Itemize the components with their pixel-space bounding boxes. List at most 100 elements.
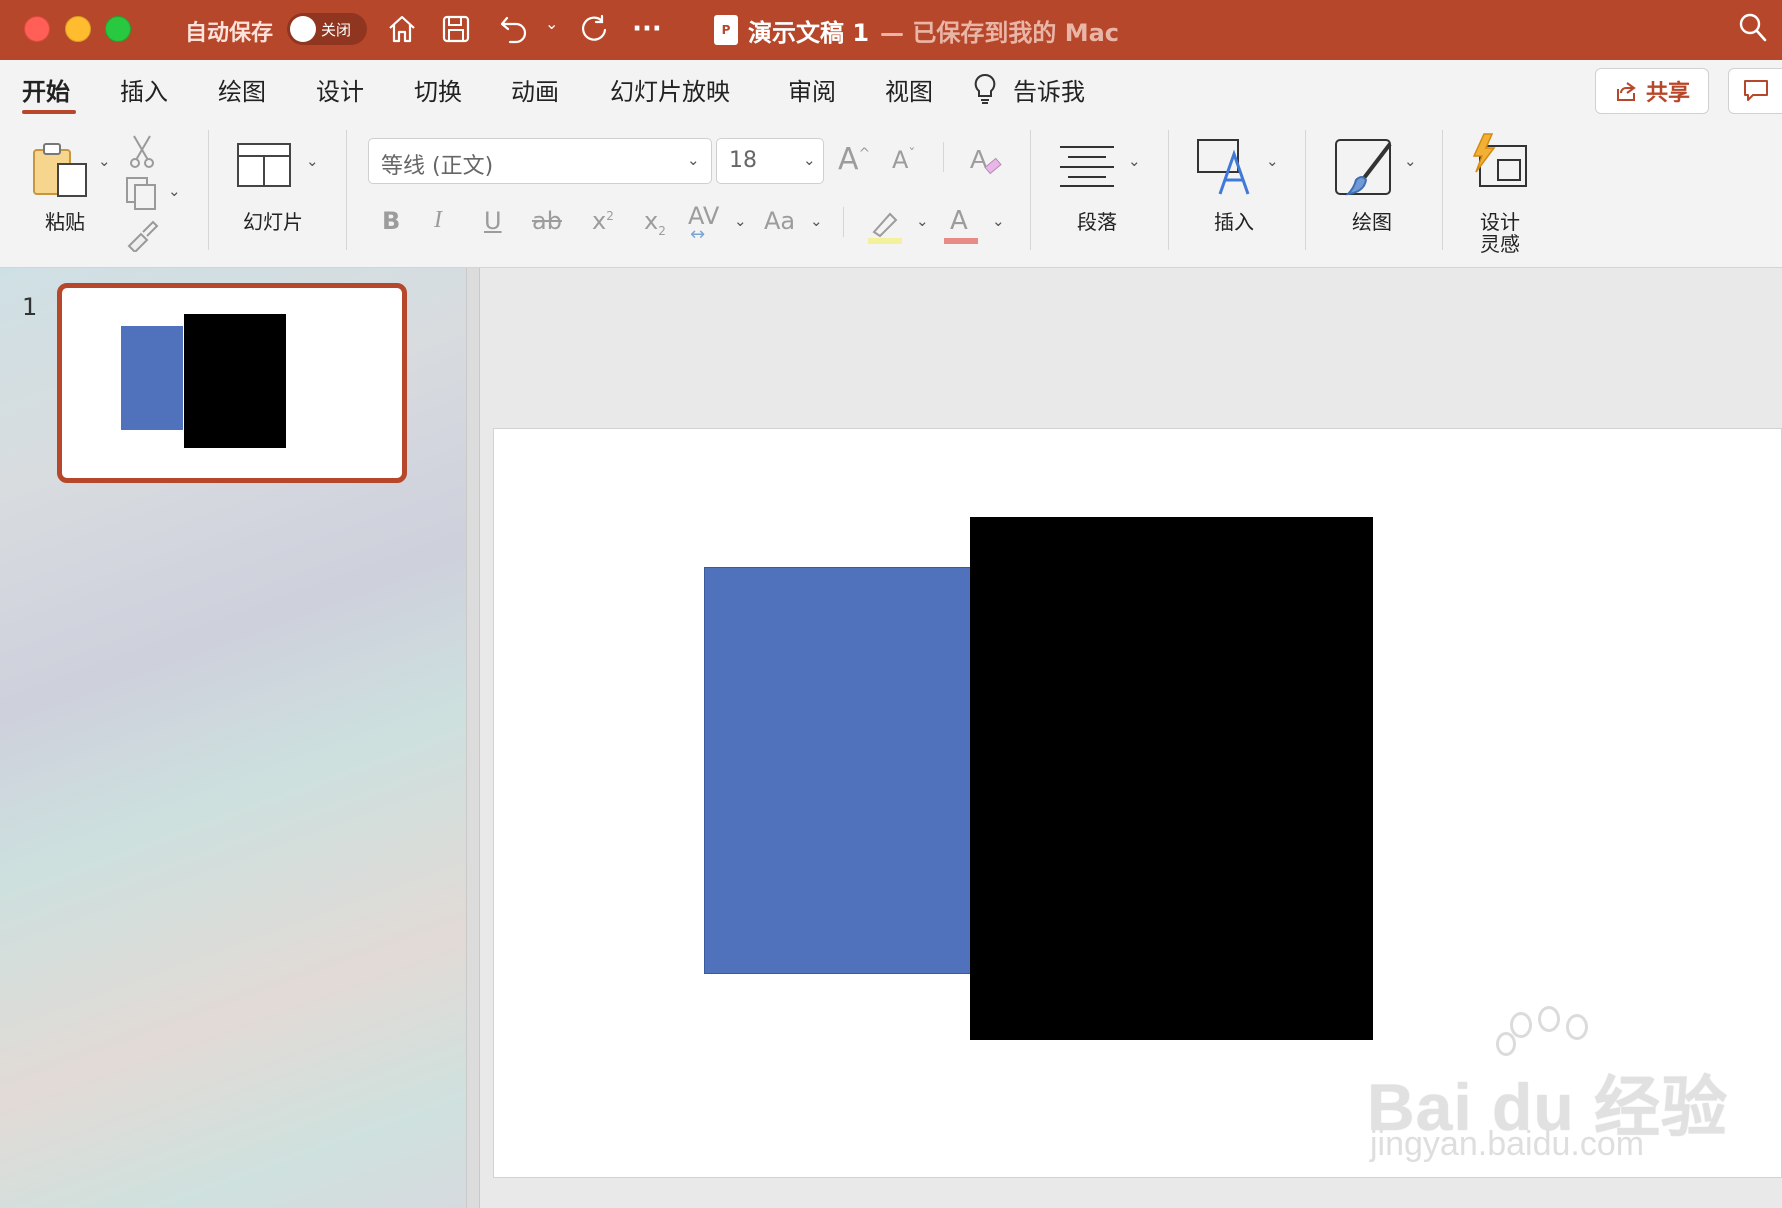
tab-review[interactable]: 审阅 — [788, 72, 836, 107]
separator — [1030, 130, 1031, 250]
draw-icon[interactable] — [1334, 138, 1396, 202]
strikethrough-button[interactable]: ab — [532, 207, 562, 235]
paste-dropdown-icon[interactable]: ⌄ — [98, 152, 111, 170]
subscript-button[interactable]: x2 — [644, 207, 666, 238]
chevron-down-icon: ⌄ — [803, 151, 816, 169]
search-icon[interactable] — [1738, 12, 1768, 48]
blue-rectangle-shape[interactable] — [704, 567, 971, 974]
paw-toe — [1538, 1006, 1560, 1032]
copy-icon[interactable] — [125, 176, 159, 214]
autosave-state: 关闭 — [321, 21, 352, 39]
clear-formatting-icon[interactable]: A — [968, 142, 1004, 182]
comment-icon — [1744, 80, 1768, 101]
paw-toe — [1510, 1012, 1532, 1038]
insert-textbox-icon[interactable] — [1196, 138, 1256, 202]
redo-icon[interactable] — [575, 10, 613, 48]
thumb-black-rectangle — [184, 314, 286, 448]
insert-label: 插入 — [1214, 210, 1254, 234]
separator — [346, 130, 347, 250]
document-save-status[interactable]: — 已保存到我的 Mac — [880, 13, 1119, 48]
separator — [208, 130, 209, 250]
tab-home[interactable]: 开始 — [22, 72, 70, 107]
black-rectangle-shape[interactable] — [970, 517, 1373, 1040]
share-label: 共享 — [1645, 81, 1690, 106]
font-color-dropdown-icon[interactable]: ⌄ — [992, 212, 1005, 230]
superscript-glyph: x — [592, 207, 607, 235]
paragraph-icon[interactable] — [1058, 144, 1116, 192]
font-color-swatch — [944, 238, 978, 244]
subscript-glyph: x — [644, 207, 659, 235]
autosave-toggle[interactable]: 关闭 — [287, 13, 367, 45]
tab-insert[interactable]: 插入 — [120, 72, 168, 107]
separator — [1305, 130, 1306, 250]
toggle-knob — [290, 16, 316, 42]
cut-icon[interactable] — [128, 134, 156, 172]
paragraph-label: 段落 — [1077, 210, 1117, 234]
svg-text:A: A — [970, 144, 988, 174]
spacing-dropdown-icon[interactable]: ⌄ — [734, 212, 747, 230]
title-bar: 自动保存 关闭 ⌄ ··· P 演示文稿 1 — 已保存到我的 Mac — [0, 0, 1782, 60]
copy-dropdown-icon[interactable]: ⌄ — [168, 182, 181, 200]
font-name-value: 等线 (正文) — [381, 154, 494, 179]
insert-dropdown-icon[interactable]: ⌄ — [1266, 152, 1279, 170]
grow-font-icon[interactable]: A^ — [838, 142, 870, 177]
new-slide-icon[interactable] — [236, 142, 292, 192]
tab-animations[interactable]: 动画 — [511, 72, 559, 107]
superscript-button[interactable]: x2 — [592, 207, 614, 235]
autosave-label: 自动保存 — [185, 21, 274, 46]
paw-toe — [1566, 1014, 1588, 1040]
font-name-select[interactable]: 等线 (正文) ⌄ — [368, 138, 712, 184]
separator — [943, 142, 944, 172]
bold-button[interactable]: B — [382, 207, 400, 235]
underline-button[interactable]: U — [484, 207, 502, 235]
close-window-button[interactable] — [24, 16, 50, 42]
minimize-window-button[interactable] — [65, 16, 91, 42]
undo-icon[interactable] — [495, 10, 533, 48]
slide-thumbnail[interactable] — [57, 283, 407, 483]
more-icon[interactable]: ··· — [628, 10, 666, 48]
lightbulb-icon — [972, 72, 998, 110]
ribbon-home: ⌄ 粘贴 ⌄ ⌄ 幻灯片 等线 (正文) ⌄ 18 ⌄ A^ Aˇ A B I … — [0, 122, 1782, 268]
paste-label: 粘贴 — [45, 210, 85, 234]
tab-slideshow[interactable]: 幻灯片放映 — [610, 72, 730, 107]
zoom-window-button[interactable] — [105, 16, 131, 42]
undo-dropdown-icon[interactable]: ⌄ — [545, 14, 558, 33]
comments-button[interactable] — [1728, 68, 1782, 114]
new-slide-dropdown-icon[interactable]: ⌄ — [306, 152, 319, 170]
draw-dropdown-icon[interactable]: ⌄ — [1404, 152, 1417, 170]
change-case-button[interactable]: Aa — [764, 207, 795, 235]
tab-design[interactable]: 设计 — [316, 72, 364, 107]
highlight-dropdown-icon[interactable]: ⌄ — [916, 212, 929, 230]
ribbon-tabs: 开始 插入 绘图 设计 切换 动画 幻灯片放映 审阅 视图 告诉我 共享 — [0, 60, 1782, 122]
shrink-font-icon[interactable]: Aˇ — [892, 146, 915, 174]
share-button[interactable]: 共享 — [1595, 68, 1709, 114]
document-title[interactable]: 演示文稿 1 — [748, 13, 869, 48]
spacing-arrows-icon: ↔ — [690, 224, 706, 245]
baidu-watermark: Bai du 经验 jingyan.baidu.com — [1362, 1006, 1727, 1163]
font-size-select[interactable]: 18 ⌄ — [716, 138, 824, 184]
separator — [1168, 130, 1169, 250]
highlighter-icon[interactable] — [866, 206, 906, 250]
paste-icon[interactable] — [32, 140, 92, 204]
tell-me-search[interactable]: 告诉我 — [1013, 72, 1085, 107]
font-color-glyph: A — [950, 206, 968, 236]
tab-view[interactable]: 视图 — [885, 72, 933, 107]
tab-draw[interactable]: 绘图 — [218, 72, 266, 107]
home-icon[interactable] — [383, 10, 421, 48]
separator — [1442, 130, 1443, 250]
designer-label-line2: 灵感 — [1480, 232, 1520, 256]
powerpoint-doc-icon: P — [714, 15, 738, 45]
slide-label: 幻灯片 — [243, 210, 303, 234]
format-painter-icon[interactable] — [125, 220, 159, 256]
tab-transitions[interactable]: 切换 — [414, 72, 462, 107]
panel-splitter[interactable] — [466, 268, 480, 1208]
paragraph-dropdown-icon[interactable]: ⌄ — [1128, 152, 1141, 170]
save-icon[interactable] — [437, 10, 475, 48]
italic-button[interactable]: I — [434, 207, 442, 234]
share-icon — [1616, 82, 1636, 101]
designer-icon[interactable] — [1468, 132, 1530, 198]
slide-number: 1 — [22, 293, 38, 321]
thumb-blue-rectangle — [121, 326, 183, 430]
case-dropdown-icon[interactable]: ⌄ — [810, 212, 823, 230]
draw-label: 绘图 — [1352, 210, 1392, 234]
